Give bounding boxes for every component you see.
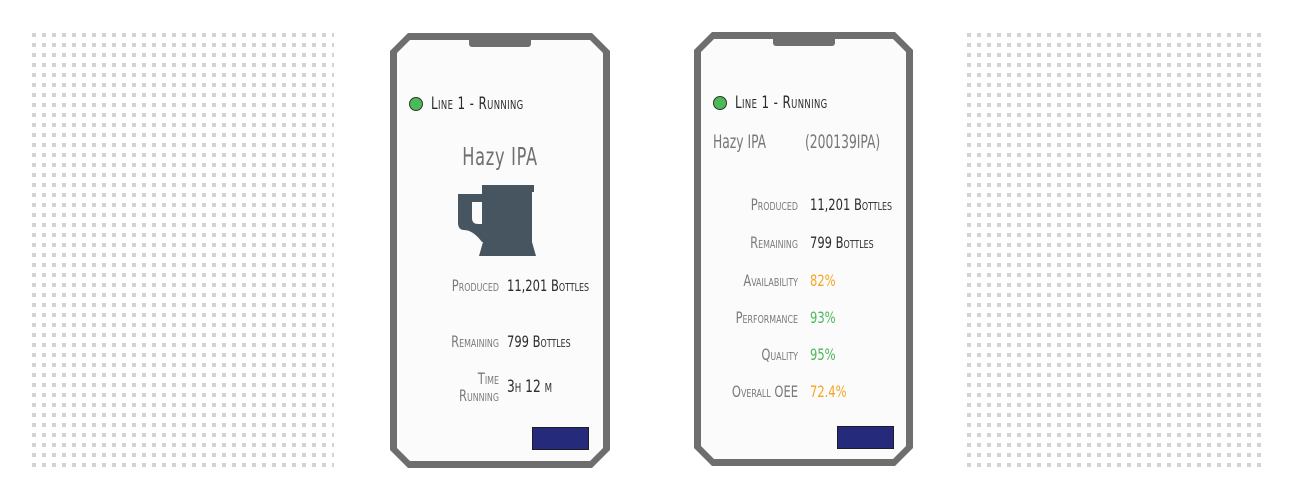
status-label: Line 1 - Running: [735, 93, 828, 113]
metric-value: 95%: [810, 345, 836, 364]
metric-row-produced: Produced 11,201 Bottles: [701, 195, 913, 214]
dot-grid: [32, 33, 334, 468]
time-running-row: Time Running 3h 12 m: [397, 370, 563, 404]
metric-value: 11,201 Bottles: [810, 195, 893, 214]
line-status: Line 1 - Running: [713, 93, 854, 113]
metric-row-availability: Availability 82%: [701, 271, 842, 290]
remaining-row: Remaining 799 Bottles: [397, 332, 587, 351]
dotted-placeholder-right: [967, 33, 1266, 468]
action-button[interactable]: [532, 427, 589, 450]
phone-simple-view: Line 1 - Running Hazy IPA Produced 11,20…: [390, 33, 610, 468]
metric-label: Quality: [761, 345, 798, 364]
phone-screen: Line 1 - Running Hazy IPA Produced 11,20…: [397, 40, 603, 461]
produced-value: 11,201 Bottles: [507, 276, 590, 295]
metric-value: 93%: [810, 308, 836, 327]
time-running-value: 3h 12 m: [507, 377, 553, 397]
beer-mug-icon: [456, 182, 540, 258]
phone-detail-view: Line 1 - Running Hazy IPA (200139IPA) Pr…: [694, 32, 913, 466]
metric-label: Performance: [735, 308, 798, 327]
metric-row-remaining: Remaining 799 Bottles: [701, 233, 890, 252]
metric-value: 799 Bottles: [810, 233, 874, 252]
metric-row-performance: Performance 93%: [701, 308, 842, 327]
time-running-label-line1: Time: [477, 369, 499, 388]
status-dot-icon: [409, 97, 423, 111]
metric-label: Overall OEE: [731, 382, 798, 401]
metric-label: Remaining: [750, 233, 798, 252]
metric-label: Availability: [743, 271, 798, 290]
produced-label: Produced: [451, 276, 499, 295]
dotted-placeholder-left: [32, 33, 334, 468]
time-running-label-line2: Running: [458, 386, 499, 405]
metric-row-overall-oee: Overall OEE 72.4%: [701, 382, 856, 401]
dot-grid: [967, 33, 1266, 468]
time-running-label: Time Running: [417, 370, 499, 404]
product-code: (200139IPA): [805, 131, 881, 153]
metric-value: 72.4%: [810, 382, 847, 401]
product-subtitle: Hazy IPA (200139IPA): [713, 131, 787, 153]
status-dot-icon: [713, 96, 727, 110]
line-status: Line 1 - Running: [409, 94, 550, 114]
phone-notch: [469, 33, 531, 47]
product-title: Hazy IPA: [462, 142, 538, 171]
remaining-value: 799 Bottles: [507, 332, 571, 351]
phone-notch: [773, 32, 835, 46]
metric-row-quality: Quality 95%: [701, 345, 842, 364]
action-button[interactable]: [837, 426, 894, 449]
phone-screen: Line 1 - Running Hazy IPA (200139IPA) Pr…: [701, 39, 906, 459]
metric-value: 82%: [810, 271, 836, 290]
metric-label: Produced: [750, 195, 798, 214]
produced-row: Produced 11,201 Bottles: [397, 276, 610, 295]
remaining-label: Remaining: [451, 332, 499, 351]
product-name: Hazy IPA: [713, 131, 767, 153]
status-label: Line 1 - Running: [431, 94, 524, 114]
